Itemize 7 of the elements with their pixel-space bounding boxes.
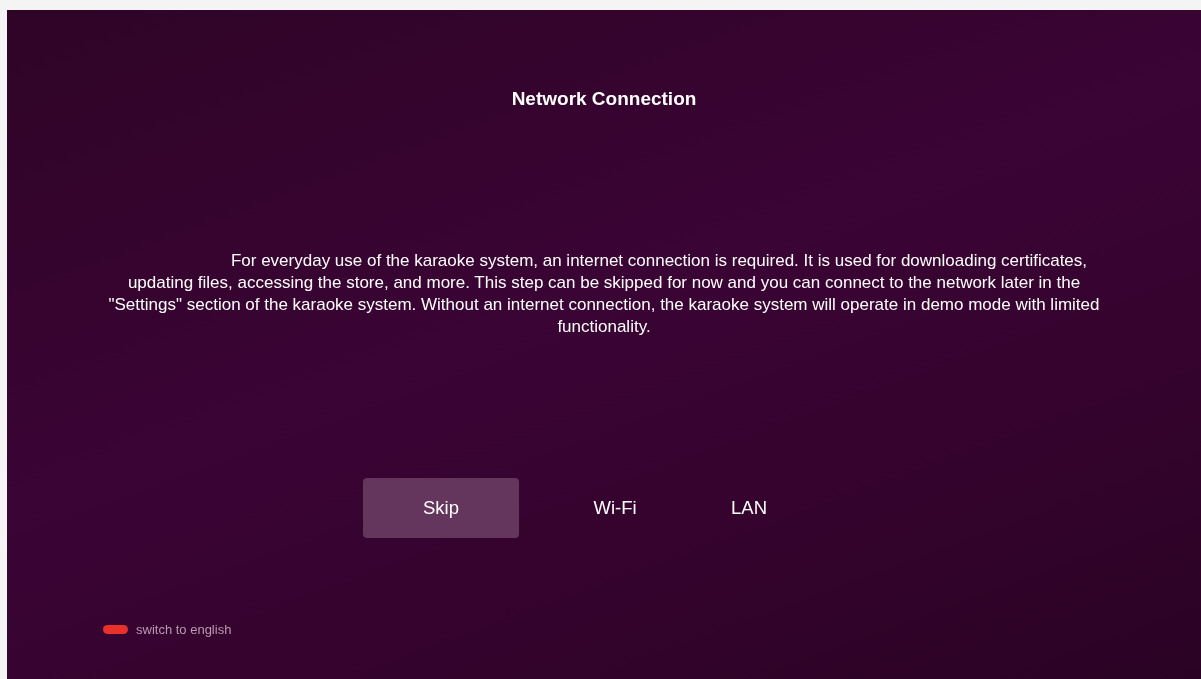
description-text: For everyday use of the karaoke system, an internet connection is required. It is used for downloading certificates, updating files, accessing the store, and more. This step can be skipped for now and you can connect to the network later in the "Settings" section of the karaoke system. Without an internet connection, the karaoke system will operate in demo mode with limited functionality. — [107, 250, 1101, 338]
option-button[interactable]: LAN — [711, 478, 787, 538]
language-toggle-icon[interactable] — [103, 625, 128, 634]
language-switch-link[interactable]: switch to english — [136, 622, 232, 637]
option-button[interactable]: Wi-Fi — [577, 478, 653, 538]
page-title: Network Connection — [511, 88, 697, 110]
option-button[interactable]: Skip — [363, 478, 519, 538]
